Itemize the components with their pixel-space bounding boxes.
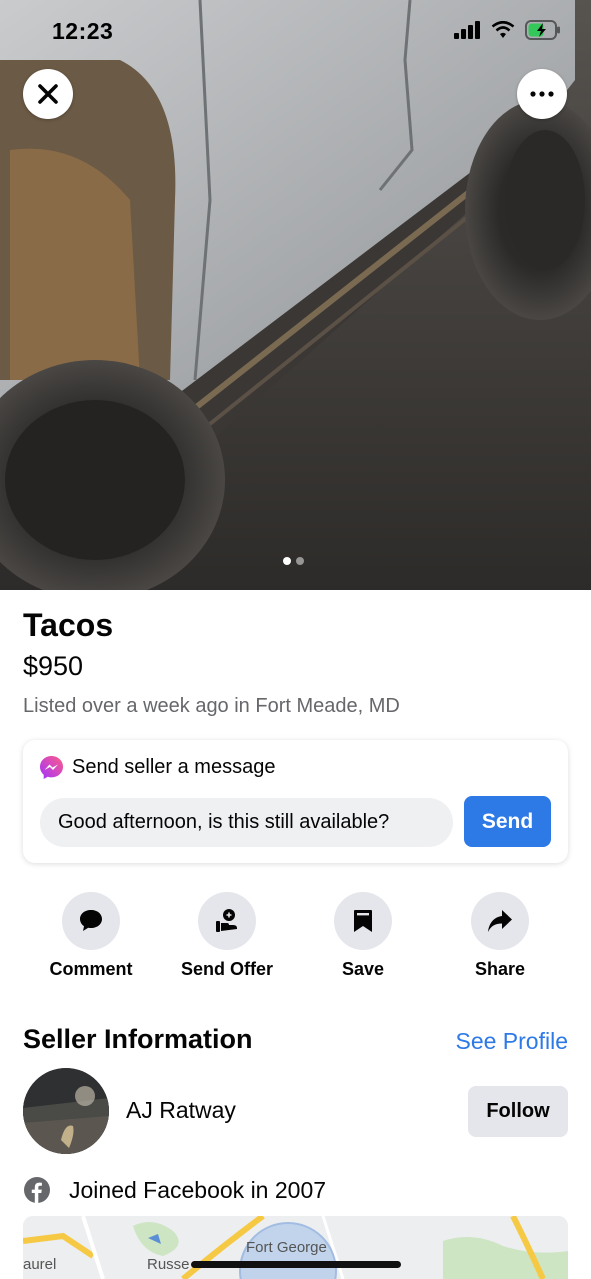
share-label: Share [474,959,526,979]
comment-icon [80,910,102,931]
save-label: Save [341,959,385,979]
listing-actions: Comment Send Offer Save Share [23,892,568,982]
seller-avatar[interactable] [23,1068,109,1154]
status-icons [454,20,561,40]
seller-name[interactable]: AJ Ratway [126,1097,236,1124]
listing-meta: Listed over a week ago in Fort Meade, MD [23,695,400,717]
share-button[interactable] [471,892,529,950]
truck-photo [0,0,591,590]
send-offer-action[interactable]: Send Offer [167,892,287,980]
listing-photo[interactable]: 12:23 [0,0,591,590]
close-button[interactable] [23,69,73,119]
bookmark-icon [354,910,372,932]
share-action[interactable]: Share [440,892,560,980]
listing-price: $950 [23,651,84,681]
listing-title: Tacos [23,607,114,643]
send-button[interactable]: Send [464,796,551,847]
pagination-dot-active[interactable] [283,557,291,565]
message-seller-card: Send seller a message Good afternoon, is… [23,740,568,863]
more-options-button[interactable] [517,69,567,119]
send-offer-button[interactable] [198,892,256,950]
battery-icon [525,20,560,40]
save-button[interactable] [334,892,392,950]
status-time: 12:23 [52,18,114,44]
share-icon [488,910,512,932]
seller-info-heading: Seller Information [23,1024,253,1054]
messenger-icon [40,756,63,779]
home-indicator[interactable] [191,1261,401,1268]
follow-button[interactable]: Follow [468,1086,568,1137]
comment-button[interactable] [62,892,120,950]
message-input[interactable]: Good afternoon, is this still available? [40,798,453,847]
offer-icon [216,909,237,932]
more-icon [530,91,554,97]
joined-row: Joined Facebook in 2007 [23,1176,326,1204]
pagination-dot[interactable] [296,557,304,565]
joined-text: Joined Facebook in 2007 [69,1176,327,1203]
message-heading-row: Send seller a message [39,755,275,780]
close-icon [38,84,58,104]
location-map[interactable]: aurel Russe Fort George [23,1216,568,1279]
facebook-icon [24,1177,50,1203]
comment-action[interactable]: Comment [31,892,151,980]
send-offer-label: Send Offer [180,959,273,979]
comment-label: Comment [49,959,133,979]
map-label-russett: Russe [147,1256,190,1273]
avatar-image [23,1068,109,1154]
status-bar: 12:23 [0,0,591,64]
message-heading: Send seller a message [72,756,276,778]
photo-pagination[interactable] [283,557,304,565]
see-profile-link[interactable]: See Profile [455,1028,568,1055]
map-label-laurel: aurel [23,1256,57,1273]
signal-icon [454,21,480,39]
save-action[interactable]: Save [303,892,423,980]
wifi-icon [491,21,515,38]
map-label-fort-george: Fort George [246,1239,327,1256]
